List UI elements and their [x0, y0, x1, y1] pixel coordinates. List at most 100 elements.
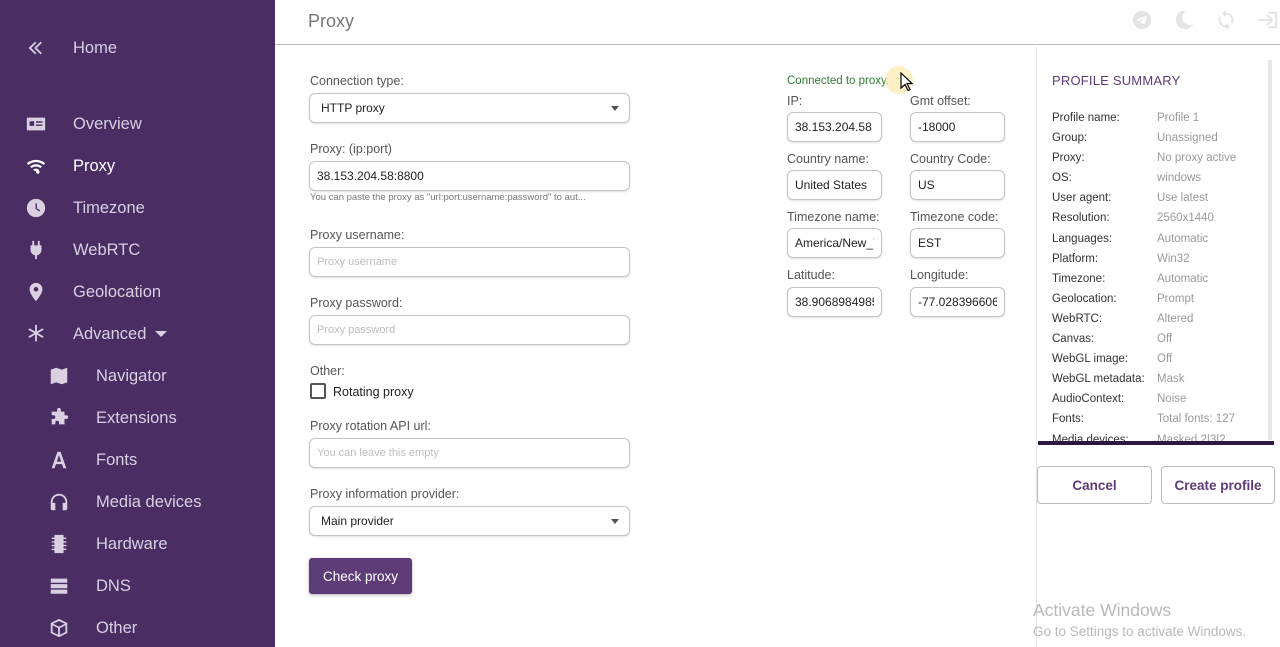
country-code-field[interactable]: [910, 170, 1005, 200]
sidebar-item-label: Home: [73, 38, 118, 57]
sidebar-item-overview[interactable]: Overview: [0, 106, 275, 142]
longitude-field[interactable]: [910, 287, 1005, 317]
chevron-down-icon: [155, 331, 168, 338]
profile-summary-title: PROFILE SUMMARY: [1052, 73, 1181, 88]
summary-row: OS: windows: [1052, 172, 1202, 185]
gmt-offset-field[interactable]: [910, 112, 1005, 142]
profile-summary-list: Profile name: Profile 1 Group: Unassigned …: [1052, 110, 1264, 443]
map-pin-icon: [24, 280, 48, 304]
proxy-password-input[interactable]: [309, 315, 630, 345]
latitude-label: Latitude:: [787, 268, 835, 282]
check-proxy-button[interactable]: Check proxy: [309, 558, 412, 594]
summary-row: Proxy: No proxy active: [1052, 152, 1237, 165]
sidebar-item-geolocation[interactable]: Geolocation: [0, 274, 275, 310]
cancel-button[interactable]: Cancel: [1037, 466, 1152, 504]
info-provider-label: Proxy information provider:: [310, 487, 460, 501]
timezone-code-field[interactable]: [910, 228, 1005, 258]
refresh-icon[interactable]: [1214, 8, 1238, 32]
connection-type-label: Connection type:: [310, 74, 404, 88]
sidebar-item-label: Extensions: [96, 408, 177, 427]
sidebar-item-label: Proxy: [73, 156, 116, 175]
sidebar-item-label: Advanced: [73, 325, 168, 344]
connection-status: Connected to proxy.: [787, 75, 890, 87]
info-provider-value: Main provider: [321, 514, 394, 528]
plug-icon: [24, 238, 48, 262]
dropdown-arrow-icon: [611, 106, 619, 111]
map-icon: [47, 364, 71, 388]
rotation-url-label: Proxy rotation API url:: [310, 419, 431, 433]
sidebar-item-fonts[interactable]: Fonts: [0, 442, 275, 478]
summary-row: Canvas: Off: [1052, 333, 1173, 346]
timezone-name-field[interactable]: [787, 228, 882, 258]
summary-row: User agent: Use latest: [1052, 192, 1209, 205]
summary-row: Platform: Win32: [1052, 252, 1190, 265]
sidebar-item-hardware[interactable]: Hardware: [0, 526, 275, 562]
clock-icon: [24, 196, 48, 220]
summary-scrollbar[interactable]: [1268, 60, 1272, 440]
moon-icon[interactable]: [1172, 8, 1196, 32]
sidebar-item-label: DNS: [96, 576, 131, 595]
sidebar-item-label: Geolocation: [73, 282, 162, 301]
wifi-icon: [24, 154, 48, 178]
info-provider-select[interactable]: Main provider: [309, 506, 630, 536]
latitude-field[interactable]: [787, 287, 882, 317]
sidebar-item-label: Hardware: [96, 534, 168, 553]
sidebar-item-label: Media devices: [96, 492, 202, 511]
proxy-input[interactable]: [309, 161, 630, 191]
proxy-username-input[interactable]: [309, 247, 630, 277]
ip-field[interactable]: [787, 112, 882, 142]
asterisk-icon: [24, 322, 48, 346]
summary-row: Languages: Automatic: [1052, 232, 1209, 245]
other-label: Other:: [310, 364, 345, 378]
mouse-cursor-icon: [900, 72, 914, 92]
summary-row: Profile name: Profile 1: [1052, 112, 1200, 124]
summary-divider: [1038, 441, 1274, 445]
sidebar-item-timezone[interactable]: Timezone: [0, 190, 275, 226]
header: Proxy: [275, 0, 1280, 45]
sidebar-item-webrtc[interactable]: WebRTC: [0, 232, 275, 268]
sidebar-item-label: Other: [96, 618, 138, 637]
server-icon: [47, 574, 71, 598]
summary-row: Geolocation: Prompt: [1052, 292, 1195, 305]
longitude-label: Longitude:: [910, 268, 969, 282]
memory-icon: [47, 532, 71, 556]
font-icon: [47, 448, 71, 472]
gmt-offset-label: Gmt offset:: [910, 94, 971, 108]
sidebar-item-other[interactable]: Other: [0, 610, 275, 646]
rotating-proxy-checkbox[interactable]: [310, 383, 326, 399]
telegram-icon[interactable]: [1130, 8, 1154, 32]
ip-label: IP:: [787, 94, 803, 108]
puzzle-icon: [47, 406, 71, 430]
connection-type-select[interactable]: HTTP proxy: [309, 93, 630, 123]
connection-type-value: HTTP proxy: [321, 101, 385, 115]
double-chevron-left-icon: [24, 36, 48, 60]
sidebar-item-dns[interactable]: DNS: [0, 568, 275, 604]
timezone-name-label: Timezone name:: [787, 210, 880, 224]
logout-icon[interactable]: [1256, 8, 1280, 32]
create-profile-button[interactable]: Create profile: [1161, 466, 1275, 504]
headphones-icon: [47, 490, 71, 514]
sidebar-item-advanced[interactable]: Advanced: [0, 316, 275, 352]
proxy-password-label: Proxy password:: [310, 296, 403, 310]
page-title: Proxy: [308, 11, 355, 31]
sidebar-item-home[interactable]: Home: [0, 30, 275, 66]
sidebar-item-label: Navigator: [96, 366, 167, 385]
sidebar: Home Overview Proxy Timezone WebRTC Geol…: [0, 0, 275, 647]
summary-row: Resolution: 2560x1440: [1052, 212, 1214, 225]
summary-row: WebGL metadata: Mask: [1052, 373, 1185, 386]
sidebar-item-label: Overview: [73, 114, 142, 133]
sidebar-item-navigator[interactable]: Navigator: [0, 358, 275, 394]
country-name-field[interactable]: [787, 170, 882, 200]
sidebar-item-extensions[interactable]: Extensions: [0, 400, 275, 436]
sidebar-item-label: Fonts: [96, 450, 138, 469]
country-code-label: Country Code:: [910, 152, 991, 166]
summary-row: WebRTC: Altered: [1052, 312, 1194, 325]
summary-row: Fonts: Total fonts: 127: [1052, 413, 1235, 426]
sidebar-item-proxy[interactable]: Proxy: [0, 148, 275, 184]
summary-row: WebGL image: Off: [1052, 353, 1173, 366]
rotating-proxy-label[interactable]: Rotating proxy: [333, 385, 414, 399]
rotation-url-input[interactable]: [309, 438, 630, 468]
sidebar-item-label: Timezone: [73, 198, 145, 217]
sidebar-item-media-devices[interactable]: Media devices: [0, 484, 275, 520]
proxy-label: Proxy: (ip:port): [310, 142, 392, 156]
